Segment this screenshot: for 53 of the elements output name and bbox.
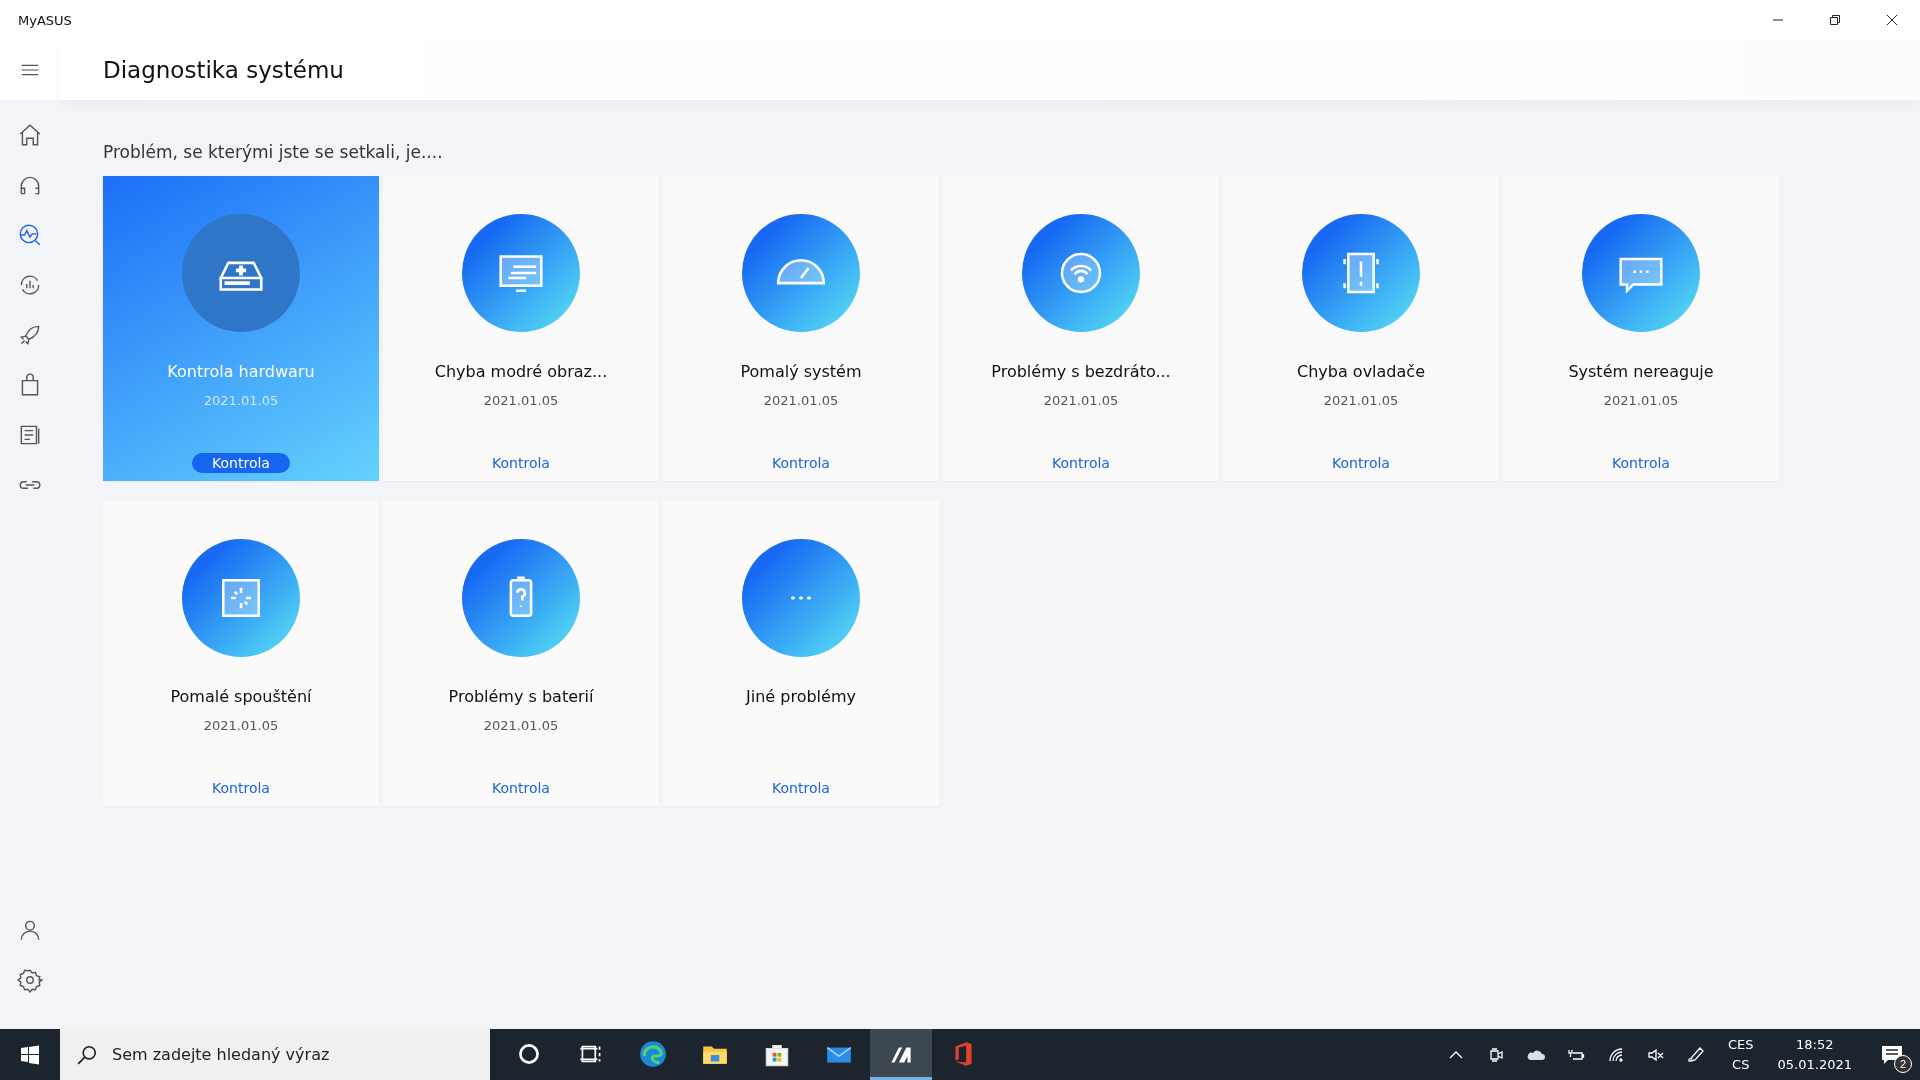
problem-card[interactable]: Chyba ovladače 2021.01.05 Kontrola	[1223, 176, 1499, 481]
card-date: 2021.01.05	[1043, 393, 1119, 408]
card-date: 2021.01.05	[203, 718, 279, 733]
card-date: 2021.01.05	[763, 393, 839, 408]
home-icon	[17, 122, 43, 148]
card-title: Kontrola hardwaru	[167, 362, 315, 381]
card-title: Chyba modré obraz...	[434, 362, 608, 381]
check-button[interactable]: Kontrola	[472, 778, 570, 798]
browser-icon	[638, 1039, 668, 1069]
close-icon	[1885, 14, 1898, 26]
card-date: 2021.01.05	[1323, 393, 1399, 408]
card-date: 2021.01.05	[203, 393, 279, 408]
pulse-search-icon	[17, 222, 43, 248]
search-bar[interactable]: Sem zadejte hledaný výraz	[60, 1029, 490, 1080]
page-title: Diagnostika systému	[103, 57, 344, 83]
check-button[interactable]: Kontrola	[192, 453, 290, 473]
page-subtitle: Problém, se kterými jste se setkali, je....	[103, 142, 444, 162]
language-indicator[interactable]: CES CS	[1728, 1034, 1754, 1075]
card-title: Problémy s bezdráto...	[991, 362, 1171, 381]
problem-card[interactable]: Jiné problémy Kontrola	[663, 501, 939, 806]
settings-icon	[17, 967, 43, 993]
clock[interactable]: 18:52 05.01.2021	[1777, 1034, 1852, 1075]
check-button[interactable]: Kontrola	[1032, 453, 1130, 473]
card-title: Chyba ovladače	[1297, 362, 1425, 381]
check-button[interactable]: Kontrola	[752, 778, 850, 798]
check-button[interactable]: Kontrola	[192, 778, 290, 798]
card-date: 2021.01.05	[483, 718, 559, 733]
search-icon	[76, 1043, 98, 1066]
problem-card[interactable]: Problémy s baterií 2021.01.05 Kontrola	[383, 501, 659, 806]
card-title: Systém nereaguje	[1568, 362, 1714, 381]
search-field[interactable]: Sem zadejte hledaný výraz	[112, 1034, 472, 1075]
restore-icon	[1828, 14, 1841, 26]
problem-card[interactable]: Kontrola hardwaru 2021.01.05 Kontrola	[103, 176, 379, 481]
card-date: 2021.01.05	[483, 393, 559, 408]
card-title: Pomalé spouštění	[170, 687, 312, 706]
card-title: Jiné problémy	[746, 687, 856, 706]
check-button[interactable]: Kontrola	[752, 453, 850, 473]
windows-logo-icon	[20, 1044, 40, 1065]
card-title: Problémy s baterií	[448, 687, 594, 706]
problem-card[interactable]: Problémy s bezdráto... 2021.01.05 Kontrola	[943, 176, 1219, 481]
card-title: Pomalý systém	[740, 362, 862, 381]
problem-card[interactable]: Pomalé spouštění 2021.01.05 Kontrola	[103, 501, 379, 806]
check-button[interactable]: Kontrola	[1312, 453, 1410, 473]
problem-card[interactable]: Systém nereaguje 2021.01.05 Kontrola	[1503, 176, 1779, 481]
check-button[interactable]: Kontrola	[472, 453, 570, 473]
dots-icon	[788, 595, 814, 601]
problem-card[interactable]: Pomalý systém 2021.01.05 Kontrola	[663, 176, 939, 481]
check-button[interactable]: Kontrola	[1592, 453, 1690, 473]
card-date: 2021.01.05	[1603, 393, 1679, 408]
problem-card[interactable]: Chyba modré obraz... 2021.01.05 Kontrola	[383, 176, 659, 481]
taskbar-app[interactable]	[870, 1029, 932, 1080]
notifications-button[interactable]: 2	[1864, 1029, 1920, 1080]
app-title: MyASUS	[18, 12, 72, 28]
